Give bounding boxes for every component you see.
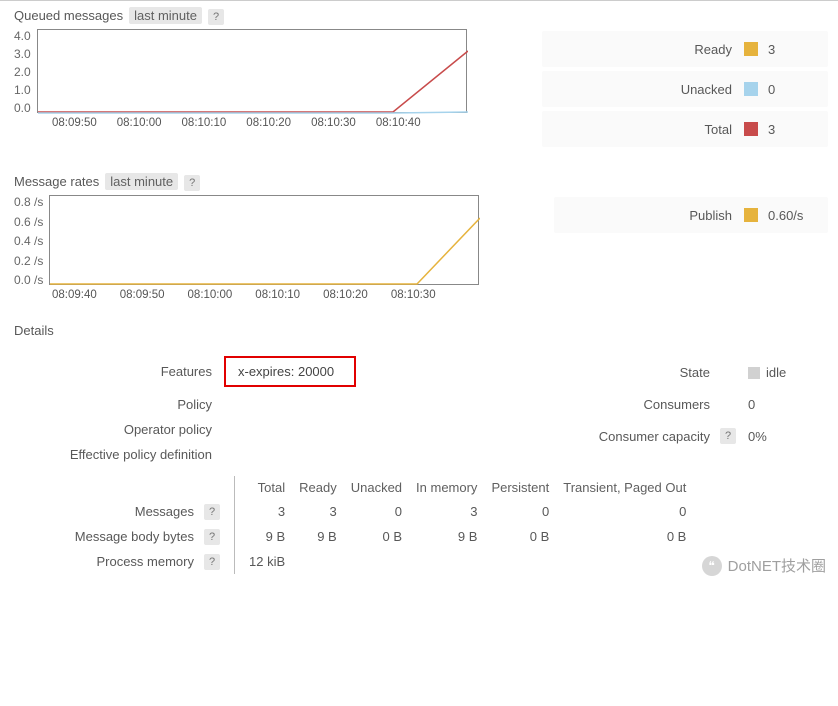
help-icon[interactable]: ? bbox=[204, 504, 220, 520]
table-row: Process memory ? 12 kiB bbox=[14, 549, 700, 574]
x-tick: 08:10:20 bbox=[246, 117, 291, 129]
cell: 0 bbox=[351, 499, 416, 524]
table-row: Message body bytes ? 9 B 9 B 0 B 9 B 0 B… bbox=[14, 524, 700, 549]
x-tick: 08:09:50 bbox=[120, 289, 165, 301]
y-tick: 2.0 bbox=[14, 65, 31, 79]
consumer-capacity-label: Consumer capacity bbox=[434, 429, 720, 444]
cell bbox=[416, 549, 491, 574]
col-ready: Ready bbox=[299, 476, 351, 499]
cell: 0 B bbox=[563, 524, 700, 549]
x-tick: 08:10:30 bbox=[311, 117, 356, 129]
legend-ready: Ready 3 bbox=[542, 31, 828, 67]
table-row: Messages ? 3 3 0 3 0 0 bbox=[14, 499, 700, 524]
legend-swatch bbox=[744, 42, 758, 56]
legend-label: Publish bbox=[554, 208, 744, 223]
x-tick: 08:09:40 bbox=[52, 289, 97, 301]
queued-messages-title: Queued messages bbox=[14, 8, 123, 23]
cell bbox=[351, 549, 416, 574]
help-icon[interactable]: ? bbox=[204, 554, 220, 570]
legend-swatch bbox=[744, 82, 758, 96]
queued-messages-subtitle[interactable]: last minute bbox=[129, 7, 202, 24]
chart1-legend: Ready 3 Unacked 0 Total 3 bbox=[542, 29, 828, 151]
y-tick: 0.4 /s bbox=[14, 234, 43, 248]
cell: 3 bbox=[235, 499, 300, 524]
col-unacked: Unacked bbox=[351, 476, 416, 499]
legend-label: Unacked bbox=[542, 82, 744, 97]
state-label: State bbox=[434, 365, 720, 380]
help-icon[interactable]: ? bbox=[204, 529, 220, 545]
legend-value: 0.60/s bbox=[768, 208, 828, 223]
y-tick: 0.0 bbox=[14, 101, 31, 115]
legend-swatch bbox=[744, 122, 758, 136]
policy-label: Policy bbox=[14, 397, 224, 412]
y-tick: 1.0 bbox=[14, 83, 31, 97]
details-header: Details bbox=[14, 323, 828, 338]
col-total: Total bbox=[235, 476, 300, 499]
row-messages-label: Messages bbox=[14, 499, 204, 524]
col-persistent: Persistent bbox=[491, 476, 563, 499]
cell: 0 B bbox=[491, 524, 563, 549]
x-tick: 08:09:50 bbox=[52, 117, 97, 129]
operator-policy-label: Operator policy bbox=[14, 422, 224, 437]
cell: 9 B bbox=[299, 524, 351, 549]
features-value: x-expires: 20000 bbox=[224, 356, 356, 387]
col-transient: Transient, Paged Out bbox=[563, 476, 700, 499]
x-tick: 08:10:30 bbox=[391, 289, 436, 301]
x-tick: 08:10:10 bbox=[255, 289, 300, 301]
consumers-value: 0 bbox=[748, 397, 828, 412]
y-tick: 0.8 /s bbox=[14, 195, 43, 209]
consumers-label: Consumers bbox=[434, 397, 720, 412]
x-tick: 08:10:20 bbox=[323, 289, 368, 301]
effective-policy-label: Effective policy definition bbox=[14, 447, 224, 462]
cell: 3 bbox=[299, 499, 351, 524]
legend-label: Total bbox=[542, 122, 744, 137]
help-icon[interactable]: ? bbox=[208, 9, 224, 25]
message-rates-subtitle[interactable]: last minute bbox=[105, 173, 178, 190]
cell bbox=[299, 549, 351, 574]
cell: 0 bbox=[491, 499, 563, 524]
x-tick: 08:10:00 bbox=[117, 117, 162, 129]
legend-total: Total 3 bbox=[542, 111, 828, 147]
legend-publish: Publish 0.60/s bbox=[554, 197, 828, 233]
y-tick: 3.0 bbox=[14, 47, 31, 61]
row-body-bytes-label: Message body bytes bbox=[14, 524, 204, 549]
cell bbox=[491, 549, 563, 574]
chart2-legend: Publish 0.60/s bbox=[554, 195, 828, 301]
y-tick: 0.2 /s bbox=[14, 254, 43, 268]
cell: 3 bbox=[416, 499, 491, 524]
help-icon[interactable]: ? bbox=[184, 175, 200, 191]
y-tick: 0.0 /s bbox=[14, 273, 43, 287]
col-in-memory: In memory bbox=[416, 476, 491, 499]
state-icon bbox=[748, 367, 760, 379]
cell: 12 kiB bbox=[235, 549, 300, 574]
legend-unacked: Unacked 0 bbox=[542, 71, 828, 107]
consumer-capacity-value: 0% bbox=[748, 429, 828, 444]
legend-label: Ready bbox=[542, 42, 744, 57]
x-tick: 08:10:40 bbox=[376, 117, 421, 129]
chart-message-rates: 0.8 /s 0.6 /s 0.4 /s 0.2 /s 0.0 /s 08:09… bbox=[14, 195, 494, 301]
message-rates-title: Message rates bbox=[14, 174, 99, 189]
legend-swatch bbox=[744, 208, 758, 222]
x-tick: 08:10:10 bbox=[182, 117, 227, 129]
y-tick: 0.6 /s bbox=[14, 215, 43, 229]
x-tick: 08:10:00 bbox=[188, 289, 233, 301]
wechat-icon: ❝ bbox=[702, 556, 722, 576]
features-label: Features bbox=[14, 364, 224, 379]
row-process-memory-label: Process memory bbox=[14, 549, 204, 574]
legend-value: 0 bbox=[768, 82, 828, 97]
cell: 0 bbox=[563, 499, 700, 524]
watermark: ❝ DotNET技术圈 bbox=[702, 555, 826, 576]
cell: 9 B bbox=[416, 524, 491, 549]
legend-value: 3 bbox=[768, 122, 828, 137]
cell: 9 B bbox=[235, 524, 300, 549]
help-icon[interactable]: ? bbox=[720, 428, 736, 444]
cell: 0 B bbox=[351, 524, 416, 549]
cell bbox=[563, 549, 700, 574]
state-value: idle bbox=[748, 365, 828, 380]
legend-value: 3 bbox=[768, 42, 828, 57]
y-tick: 4.0 bbox=[14, 29, 31, 43]
chart-queued-messages: 4.0 3.0 2.0 1.0 0.0 08:09:50 08:10:00 08… bbox=[14, 29, 482, 151]
